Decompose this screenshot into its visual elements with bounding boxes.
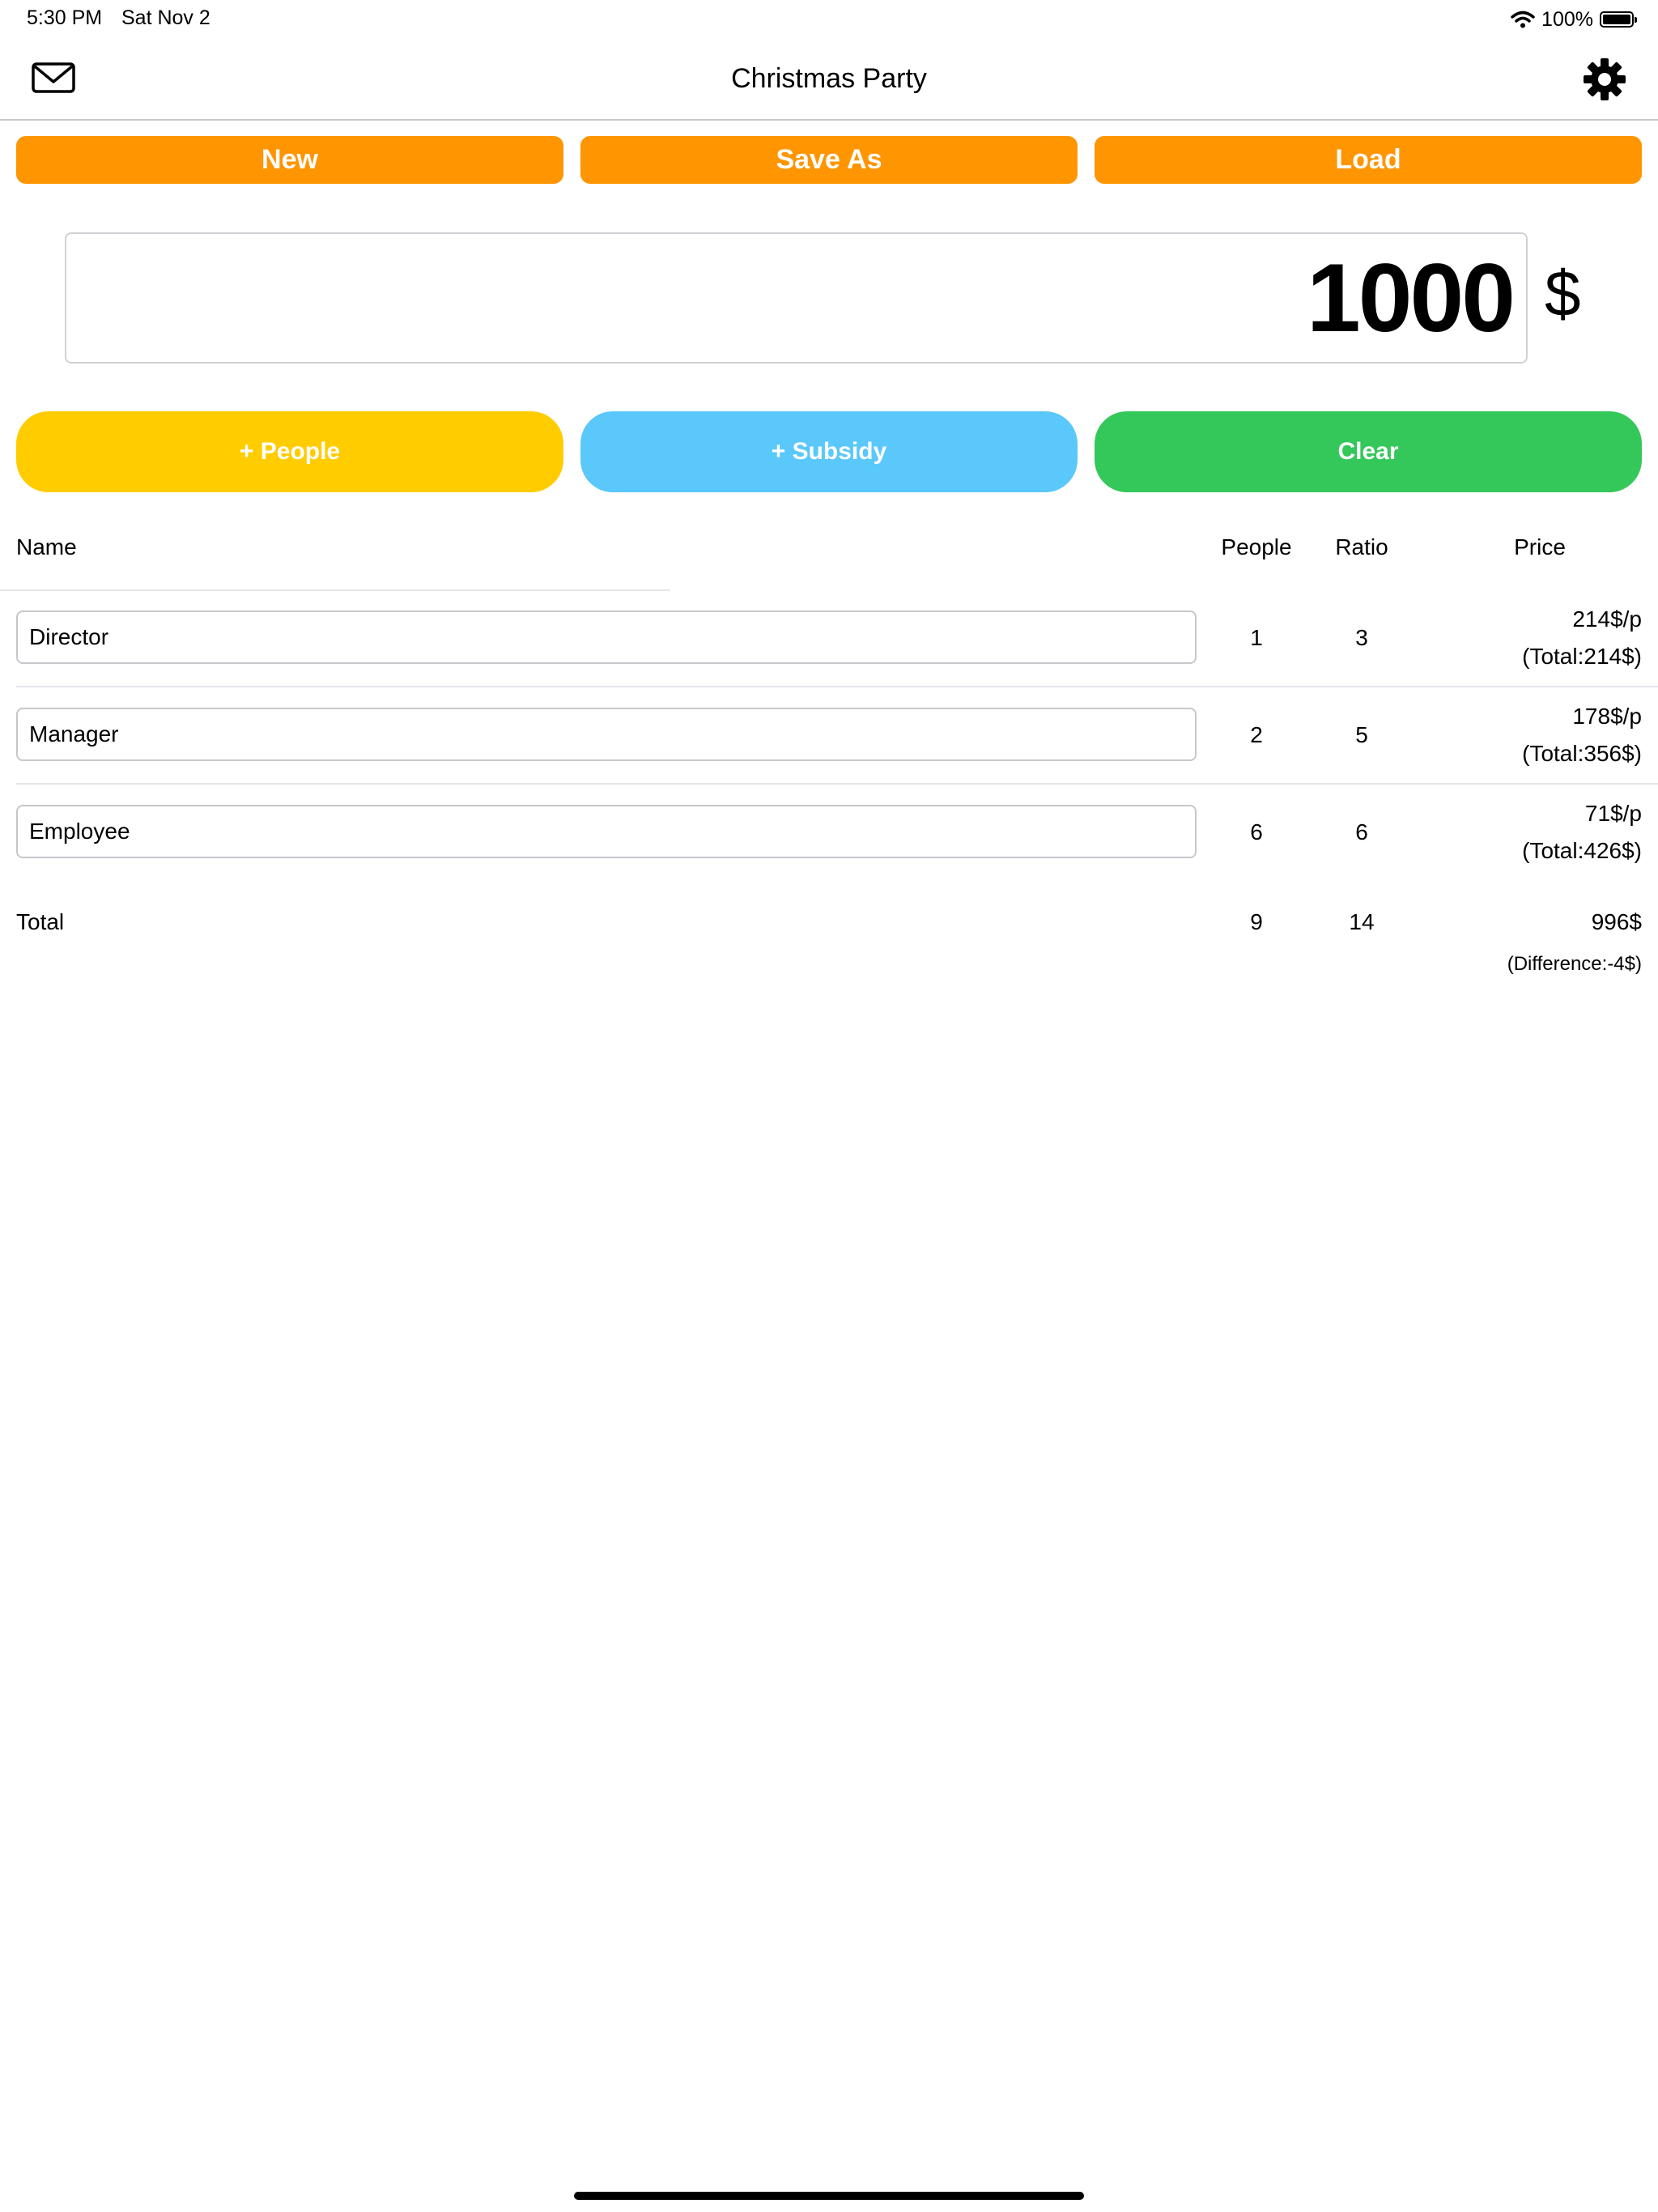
row-divider [16, 783, 1658, 785]
name-field-row-3[interactable] [16, 805, 1197, 858]
add-people-button[interactable]: + People [16, 411, 563, 492]
page-title: Christmas Party [731, 63, 927, 94]
price-per-row-3: 71$/p [1584, 801, 1642, 826]
total-people: 9 [1250, 909, 1263, 934]
price-total-row-3: (Total:426$) [1522, 838, 1642, 863]
people-row-3[interactable]: 6 [1208, 819, 1305, 845]
header-price: Price [1514, 534, 1566, 559]
header-people: People [1221, 534, 1292, 559]
nav-divider [0, 119, 1658, 121]
ratio-row-1[interactable]: 3 [1313, 625, 1410, 651]
total-ratio: 14 [1349, 909, 1375, 934]
row-divider [16, 686, 1658, 687]
status-date: Sat Nov 2 [121, 6, 210, 29]
header-divider [0, 589, 670, 591]
status-time: 5:30 PM [27, 6, 103, 29]
currency-unit: $ [1545, 257, 1581, 330]
header-ratio: Ratio [1335, 534, 1388, 559]
ratio-row-3[interactable]: 6 [1313, 819, 1410, 845]
people-row-1[interactable]: 1 [1208, 625, 1305, 651]
budget-value: 1000 [1307, 244, 1516, 352]
price-total-row-2: (Total:356$) [1522, 741, 1642, 766]
clear-button[interactable]: Clear [1095, 411, 1642, 492]
price-per-row-1: 214$/p [1572, 606, 1642, 632]
battery-icon [1600, 11, 1637, 28]
total-difference: (Difference:-4$) [1507, 953, 1642, 975]
budget-input[interactable]: 1000 [65, 232, 1528, 364]
home-indicator[interactable] [574, 2192, 1084, 2200]
price-per-row-2: 178$/p [1572, 704, 1642, 729]
battery-percent: 100% [1541, 7, 1593, 31]
header-name: Name [16, 534, 77, 559]
wifi-icon [1511, 11, 1535, 28]
people-row-2[interactable]: 2 [1208, 722, 1305, 748]
price-total-row-1: (Total:214$) [1522, 644, 1642, 669]
total-price: 996$ [1591, 909, 1642, 934]
name-field-row-2[interactable] [16, 708, 1197, 761]
gear-icon[interactable] [1582, 57, 1627, 102]
load-button[interactable]: Load [1095, 136, 1642, 184]
add-subsidy-button[interactable]: + Subsidy [580, 411, 1078, 492]
status-indicators: 100% [1511, 6, 1637, 32]
name-field-row-1[interactable] [16, 610, 1197, 664]
ratio-row-2[interactable]: 5 [1313, 722, 1410, 748]
new-button[interactable]: New [16, 136, 563, 184]
save-as-button[interactable]: Save As [580, 136, 1078, 184]
total-label: Total [16, 909, 65, 934]
